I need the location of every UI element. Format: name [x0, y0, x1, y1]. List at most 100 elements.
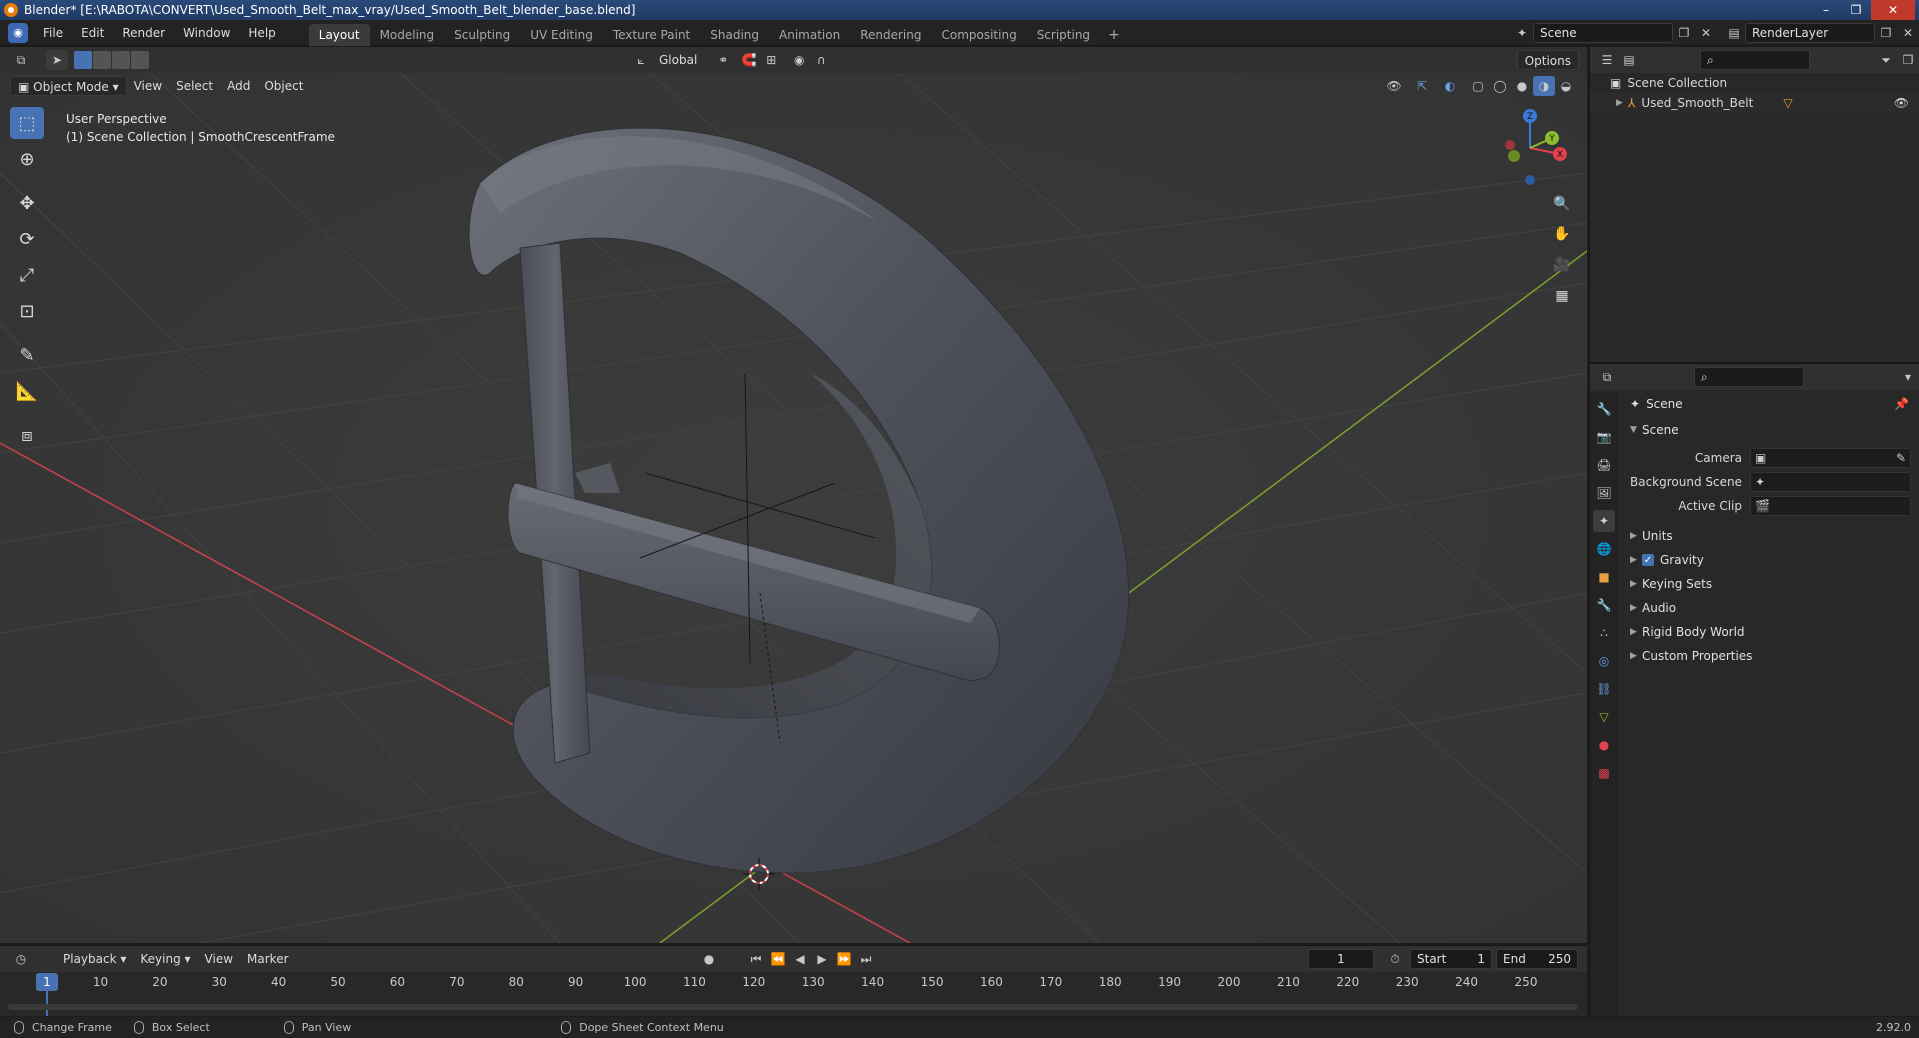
scene-panel-header[interactable]: ▼ Scene [1620, 418, 1919, 442]
output-tab-icon[interactable]: 🖨 [1593, 454, 1615, 476]
constraints-tab-icon[interactable]: ⛓ [1593, 678, 1615, 700]
next-keyframe-icon[interactable]: ⏩ [833, 949, 855, 969]
properties-options-icon[interactable]: ▾ [1897, 367, 1919, 387]
gravity-checkbox[interactable]: ✓ [1642, 554, 1654, 566]
render-tab-icon[interactable]: 📷 [1593, 426, 1615, 448]
snap-target-icon[interactable]: ⊞ [760, 50, 782, 70]
snap-icon[interactable]: 🧲 [738, 50, 760, 70]
gravity-panel[interactable]: ▶ ✓ Gravity [1620, 548, 1919, 572]
tool-tab-icon[interactable]: 🔧 [1593, 398, 1615, 420]
select-tool-icon[interactable]: ➤ [46, 50, 68, 70]
play-reverse-icon[interactable]: ◀ [789, 949, 811, 969]
tab-animation[interactable]: Animation [769, 24, 850, 46]
select-new-icon[interactable] [74, 51, 92, 69]
timeline-scrollbar[interactable] [8, 1004, 1578, 1010]
navigation-gizmo[interactable]: Z X Y [1490, 108, 1570, 188]
blender-menu-icon[interactable]: ◉ [8, 22, 28, 43]
visibility-icon[interactable]: 👁 [1383, 76, 1405, 96]
rendered-shading-icon[interactable]: ◒ [1555, 76, 1577, 96]
tab-compositing[interactable]: Compositing [931, 24, 1026, 46]
rigid-body-world-panel[interactable]: ▶ Rigid Body World [1620, 620, 1919, 644]
transform-orientation-dropdown[interactable]: Global [652, 50, 704, 70]
frame-ruler[interactable]: 1 10 20 30 40 50 60 70 80 90 100 110 120 130 140 150 160… [0, 972, 1587, 1016]
record-icon[interactable]: ● [698, 949, 720, 969]
display-mode-icon[interactable]: ▤ [1618, 50, 1640, 70]
minimize-button[interactable]: – [1811, 0, 1841, 20]
add-workspace-button[interactable]: + [1100, 24, 1128, 46]
menu-marker[interactable]: Marker [240, 949, 295, 969]
units-panel[interactable]: ▶ Units [1620, 524, 1919, 548]
annotate-tool-icon[interactable]: ✎ [10, 339, 44, 371]
particles-tab-icon[interactable]: ∴ [1593, 622, 1615, 644]
tab-scripting[interactable]: Scripting [1027, 24, 1100, 46]
tab-modeling[interactable]: Modeling [370, 24, 445, 46]
eyedropper-icon[interactable]: ✎ [1896, 451, 1906, 465]
audio-panel[interactable]: ▶ Audio [1620, 596, 1919, 620]
modifier-tab-icon[interactable]: 🔧 [1593, 594, 1615, 616]
transform-tool-icon[interactable]: ⊡ [10, 295, 44, 327]
zoom-icon[interactable]: 🔍 [1549, 191, 1575, 217]
cursor-tool-icon[interactable]: ⊕ [10, 143, 44, 175]
tab-layout[interactable]: Layout [308, 23, 370, 46]
menu-timeline-view[interactable]: View [198, 949, 240, 969]
menu-edit[interactable]: Edit [72, 20, 113, 46]
start-frame-field[interactable]: Start 1 [1410, 949, 1492, 969]
camera-field[interactable]: ▣ ✎ [1750, 448, 1911, 468]
3d-viewport[interactable] [0, 73, 1587, 943]
current-frame-marker[interactable]: 1 [36, 973, 58, 991]
playhead-line[interactable] [46, 990, 48, 1016]
editor-type-icon[interactable]: ⧉ [10, 50, 32, 70]
custom-properties-panel[interactable]: ▶ Custom Properties [1620, 644, 1919, 668]
menu-keying[interactable]: Keying ▾ [133, 949, 197, 969]
overlay-toggle-icon[interactable]: ◐ [1439, 76, 1461, 96]
pan-hand-icon[interactable]: ✋ [1549, 221, 1575, 247]
select-extend-icon[interactable] [93, 51, 111, 69]
solid-shading-icon[interactable]: ● [1511, 76, 1533, 96]
xray-icon[interactable]: ▢ [1467, 76, 1489, 96]
wireframe-shading-icon[interactable]: ◯ [1489, 76, 1511, 96]
pin-icon[interactable]: 📌 [1894, 397, 1909, 411]
data-tab-icon[interactable]: ▽ [1593, 706, 1615, 728]
preview-range-icon[interactable]: ⏱ [1384, 949, 1406, 969]
tab-rendering[interactable]: Rendering [850, 24, 931, 46]
end-frame-field[interactable]: End 250 [1496, 949, 1578, 969]
options-dropdown[interactable]: Options [1516, 50, 1579, 70]
new-collection-icon[interactable]: ❐ [1897, 50, 1919, 70]
menu-add[interactable]: Add [220, 76, 257, 96]
menu-object[interactable]: Object [257, 76, 310, 96]
prev-keyframe-icon[interactable]: ⏪ [767, 949, 789, 969]
current-frame-field[interactable]: 1 [1308, 949, 1374, 969]
move-tool-icon[interactable]: ✥ [10, 187, 44, 219]
material-tab-icon[interactable]: ● [1593, 734, 1615, 756]
background-scene-field[interactable]: ✦ [1750, 472, 1911, 492]
timeline-editor-icon[interactable]: ◷ [10, 949, 32, 969]
new-scene-icon[interactable]: ❐ [1673, 23, 1695, 43]
physics-tab-icon[interactable]: ◎ [1593, 650, 1615, 672]
proportional-edit-icon[interactable]: ◉ [788, 50, 810, 70]
outliner-scene-collection[interactable]: ▣ Scene Collection [1590, 73, 1919, 93]
object-tab-icon[interactable]: ■ [1593, 566, 1615, 588]
scene-icon[interactable]: ✦ [1511, 23, 1533, 43]
menu-window[interactable]: Window [174, 20, 239, 46]
properties-search-input[interactable]: ⌕ [1694, 367, 1804, 387]
add-cube-tool-icon[interactable]: ⧈ [10, 419, 44, 451]
active-clip-field[interactable]: 🎬 [1750, 496, 1911, 516]
scene-tab-icon[interactable]: ✦ [1593, 510, 1615, 532]
gizmo-toggle-icon[interactable]: ⇱ [1411, 76, 1433, 96]
viewport-scene-canvas[interactable] [0, 73, 1587, 943]
material-shading-icon[interactable]: ◑ [1533, 76, 1555, 96]
tab-shading[interactable]: Shading [700, 24, 769, 46]
pivot-icon[interactable]: ⚭ [712, 50, 734, 70]
new-layer-icon[interactable]: ❐ [1875, 23, 1897, 43]
tab-uv-editing[interactable]: UV Editing [520, 24, 603, 46]
menu-select[interactable]: Select [169, 76, 220, 96]
play-icon[interactable]: ▶ [811, 949, 833, 969]
object-data-icon[interactable]: ▽ [1783, 96, 1792, 110]
scene-name-field[interactable]: Scene [1533, 23, 1673, 43]
jump-start-icon[interactable]: ⏮ [745, 949, 767, 969]
delete-layer-icon[interactable]: ✕ [1897, 23, 1919, 43]
outliner-item-used-smooth-belt[interactable]: ▶ ⅄ Used_Smooth_Belt ▽ 👁 [1590, 93, 1919, 113]
rotate-tool-icon[interactable]: ⟳ [10, 223, 44, 255]
expand-arrow-icon[interactable]: ▶ [1616, 98, 1628, 108]
menu-file[interactable]: File [34, 20, 72, 46]
